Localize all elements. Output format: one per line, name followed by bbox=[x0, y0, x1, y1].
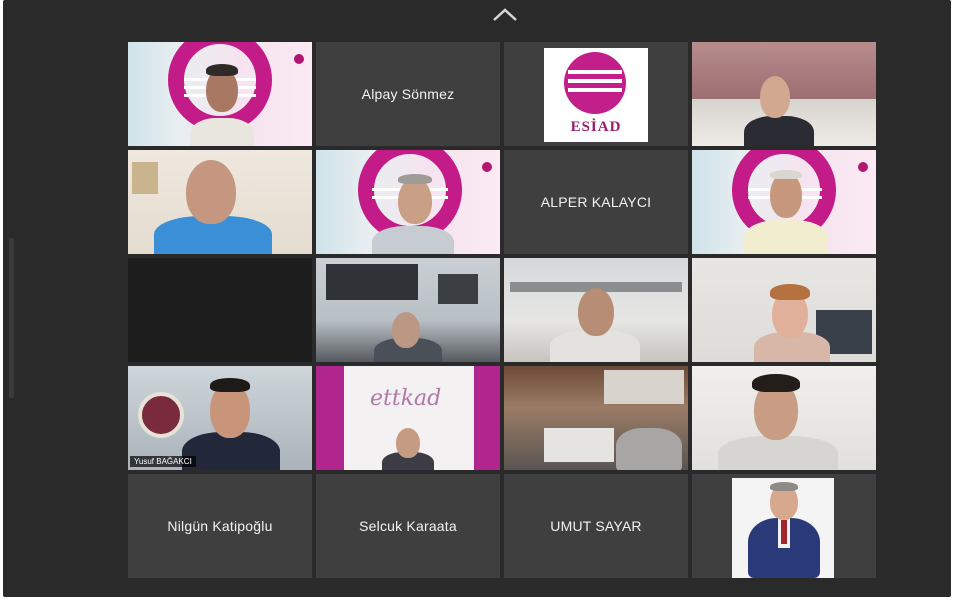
participant-head bbox=[578, 288, 614, 336]
wall-screen bbox=[438, 274, 478, 304]
participant-hair bbox=[210, 378, 250, 392]
participant-name: ALPER KALAYCI bbox=[540, 194, 652, 210]
window bbox=[604, 370, 684, 404]
participant-tile[interactable] bbox=[316, 258, 500, 362]
brand-badge bbox=[294, 54, 304, 64]
participant-hair bbox=[770, 482, 798, 491]
emblem bbox=[138, 392, 184, 438]
participant-tile[interactable] bbox=[128, 42, 312, 146]
logo-circle bbox=[564, 52, 626, 114]
participant-tile[interactable]: UMUT SAYAR bbox=[504, 474, 688, 578]
brand-band bbox=[474, 366, 500, 470]
participant-hair bbox=[752, 374, 800, 392]
participant-body bbox=[718, 436, 838, 470]
participant-hair bbox=[770, 170, 802, 179]
participant-tile[interactable] bbox=[128, 150, 312, 254]
participant-head bbox=[398, 178, 432, 224]
logo-line bbox=[568, 70, 622, 74]
participant-tile-active[interactable]: Yusuf BAĞAKCI bbox=[128, 366, 312, 470]
logo-line bbox=[568, 88, 622, 92]
logo-text: ESİAD bbox=[570, 119, 622, 135]
participant-tile[interactable] bbox=[692, 258, 876, 362]
participant-name: Selcuk Karaata bbox=[359, 518, 457, 534]
wall-frame bbox=[132, 162, 158, 194]
participant-name: UMUT SAYAR bbox=[550, 518, 642, 534]
participant-hair bbox=[398, 174, 432, 184]
wall-screen bbox=[326, 264, 418, 300]
brand-band bbox=[316, 366, 344, 470]
participant-body bbox=[372, 226, 454, 254]
brand-badge bbox=[858, 162, 868, 172]
logo-line bbox=[568, 79, 622, 83]
participant-tile[interactable]: Selcuk Karaata bbox=[316, 474, 500, 578]
participant-body bbox=[744, 116, 814, 146]
participant-tile[interactable] bbox=[692, 474, 876, 578]
participant-name: Alpay Sönmez bbox=[361, 86, 455, 102]
participant-tile[interactable] bbox=[692, 150, 876, 254]
participant-grid: Alpay Sönmez ESİAD ALPER KALAYCI Yusuf B… bbox=[128, 42, 876, 578]
meeting-window: Alpay Sönmez ESİAD ALPER KALAYCI Yusuf B… bbox=[3, 0, 951, 597]
brand-badge bbox=[482, 162, 492, 172]
participant-tile[interactable]: Nilgün Katipoğlu bbox=[128, 474, 312, 578]
participant-tile[interactable]: ettkad bbox=[316, 366, 500, 470]
participant-tile[interactable] bbox=[128, 258, 312, 362]
participant-tile[interactable]: ALPER KALAYCI bbox=[504, 150, 688, 254]
participant-head bbox=[396, 428, 420, 458]
participant-tile[interactable]: Alpay Sönmez bbox=[316, 42, 500, 146]
tie bbox=[781, 520, 787, 544]
participant-tile[interactable]: ESİAD bbox=[504, 42, 688, 146]
esiad-logo: ESİAD bbox=[544, 48, 648, 142]
participant-tile[interactable] bbox=[316, 150, 500, 254]
participant-name: Nilgün Katipoğlu bbox=[167, 518, 273, 534]
participant-tile[interactable] bbox=[692, 42, 876, 146]
participant-head bbox=[392, 312, 420, 348]
participant-body bbox=[616, 428, 682, 470]
participant-name-tag: Yusuf BAĞAKCI bbox=[130, 456, 196, 467]
participant-head bbox=[760, 76, 790, 118]
ettkad-logo: ettkad bbox=[370, 386, 442, 411]
desk-papers bbox=[544, 428, 614, 462]
participant-tile[interactable] bbox=[504, 366, 688, 470]
side-panel-handle[interactable] bbox=[9, 238, 14, 398]
participant-hair bbox=[770, 284, 810, 300]
participant-tile[interactable] bbox=[504, 258, 688, 362]
participant-body bbox=[744, 220, 828, 254]
participant-body bbox=[190, 118, 254, 146]
participant-hair bbox=[206, 64, 238, 76]
chevron-up-icon[interactable] bbox=[491, 6, 519, 24]
participant-head bbox=[186, 160, 236, 224]
participant-tile[interactable] bbox=[692, 366, 876, 470]
